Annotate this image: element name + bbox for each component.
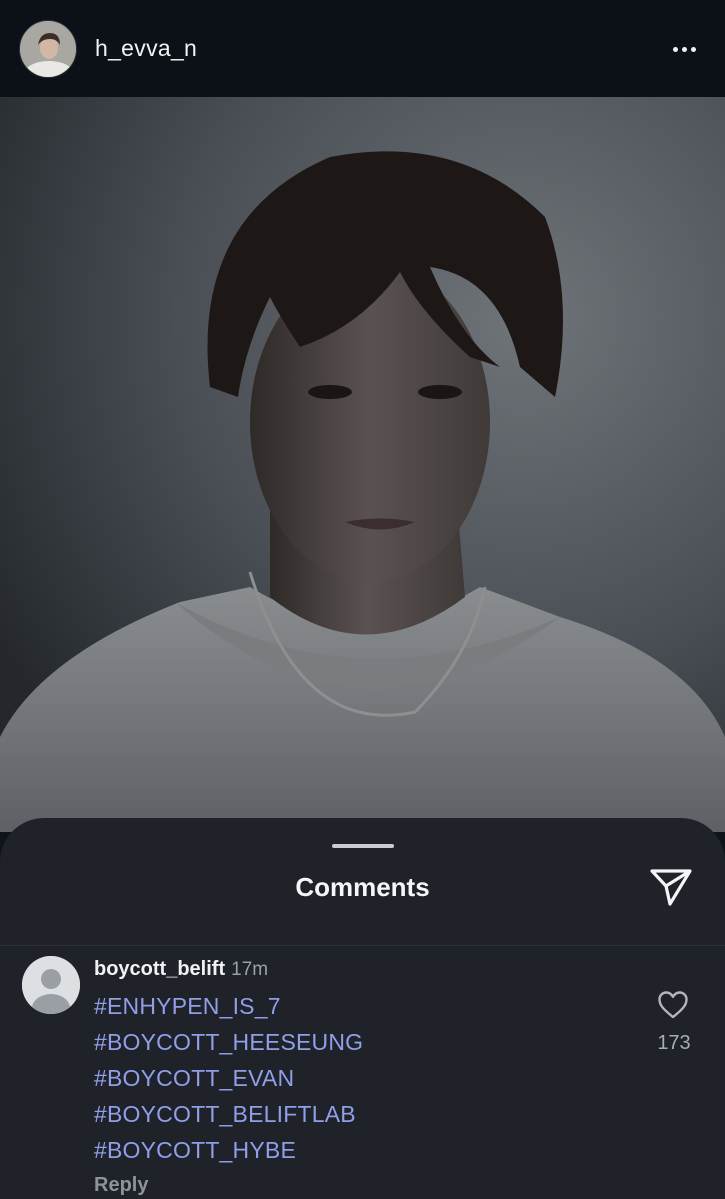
dot-icon: [690, 46, 696, 52]
dot-icon: [672, 46, 678, 52]
sheet-title: Comments: [295, 872, 430, 902]
reply-button[interactable]: Reply: [94, 1174, 148, 1197]
post-header: h_evva_n: [0, 0, 725, 97]
dot-icon: [681, 46, 687, 52]
hashtag-link[interactable]: #BOYCOTT_BELIFTLAB: [94, 1096, 363, 1132]
paper-plane-icon: [650, 869, 692, 906]
profile-photo: [20, 21, 76, 77]
comment-username[interactable]: boycott_belift: [94, 958, 225, 980]
comment-text: #ENHYPEN_IS_7 #BOYCOTT_HEESEUNG #BOYCOTT…: [94, 988, 363, 1168]
default-user-avatar: [22, 956, 80, 1014]
like-button[interactable]: [657, 990, 689, 1020]
like-count: 173: [657, 1032, 691, 1054]
hashtag-link[interactable]: #BOYCOTT_HYBE: [94, 1132, 363, 1168]
more-options-button[interactable]: [664, 34, 704, 64]
comment-avatar[interactable]: [22, 956, 80, 1014]
comment-username-row: boycott_belift 17m: [94, 958, 268, 981]
comment-time: 17m: [231, 959, 269, 980]
post-username[interactable]: h_evva_n: [95, 35, 197, 62]
drag-handle[interactable]: [332, 844, 394, 848]
share-button[interactable]: [648, 866, 694, 908]
divider: [0, 945, 725, 946]
hashtag-link[interactable]: #BOYCOTT_EVAN: [94, 1060, 363, 1096]
profile-avatar[interactable]: [19, 20, 77, 78]
portrait-photo: [0, 97, 725, 832]
heart-icon: [658, 991, 688, 1019]
comments-sheet: Comments boycott_belift 17m #ENHYPEN_IS_7…: [0, 818, 725, 1199]
post-photo[interactable]: [0, 97, 725, 832]
hashtag-link[interactable]: #ENHYPEN_IS_7: [94, 988, 363, 1024]
hashtag-link[interactable]: #BOYCOTT_HEESEUNG: [94, 1024, 363, 1060]
